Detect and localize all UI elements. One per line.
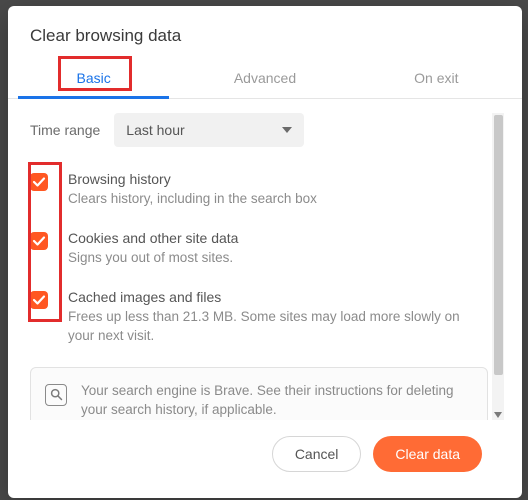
time-range-value: Last hour <box>126 122 184 138</box>
option-title: Browsing history <box>68 171 486 187</box>
checkbox-cached[interactable] <box>30 291 48 309</box>
dialog-content: Time range Last hour Browsing history Cl… <box>8 99 522 498</box>
option-title: Cached images and files <box>68 289 486 305</box>
time-range-label: Time range <box>30 122 100 138</box>
cancel-button[interactable]: Cancel <box>272 436 362 472</box>
tab-basic[interactable]: Basic <box>8 60 179 98</box>
option-desc: Clears history, including in the search … <box>68 190 486 208</box>
tab-on-exit[interactable]: On exit <box>351 60 522 98</box>
option-desc: Signs you out of most sites. <box>68 249 486 267</box>
option-browsing-history: Browsing history Clears history, includi… <box>30 171 504 208</box>
time-range-row: Time range Last hour <box>30 113 504 147</box>
option-cookies: Cookies and other site data Signs you ou… <box>30 230 504 267</box>
dialog-footer: Cancel Clear data <box>30 420 504 490</box>
tab-advanced[interactable]: Advanced <box>179 60 350 98</box>
scrollbar-thumb[interactable] <box>494 115 503 375</box>
option-desc: Frees up less than 21.3 MB. Some sites m… <box>68 308 486 344</box>
scroll-area: Time range Last hour Browsing history Cl… <box>30 113 504 420</box>
checkmark-icon <box>32 234 46 248</box>
clear-browsing-data-dialog: Clear browsing data Basic Advanced On ex… <box>8 6 522 498</box>
checkbox-browsing-history[interactable] <box>30 173 48 191</box>
clear-data-button[interactable]: Clear data <box>373 436 482 472</box>
time-range-select[interactable]: Last hour <box>114 113 304 147</box>
option-cached: Cached images and files Frees up less th… <box>30 289 504 344</box>
scrollbar[interactable] <box>492 113 504 420</box>
option-title: Cookies and other site data <box>68 230 486 246</box>
checkmark-icon <box>32 293 46 307</box>
dialog-title: Clear browsing data <box>8 6 522 60</box>
search-engine-notice: Your search engine is Brave. See their i… <box>30 367 488 420</box>
chevron-down-icon <box>282 127 292 133</box>
checkmark-icon <box>32 175 46 189</box>
scroll-down-icon[interactable] <box>494 412 502 418</box>
magnifier-icon <box>45 384 67 406</box>
tabs-bar: Basic Advanced On exit <box>8 60 522 99</box>
notice-text: Your search engine is Brave. See their i… <box>81 382 473 420</box>
checkbox-cookies[interactable] <box>30 232 48 250</box>
